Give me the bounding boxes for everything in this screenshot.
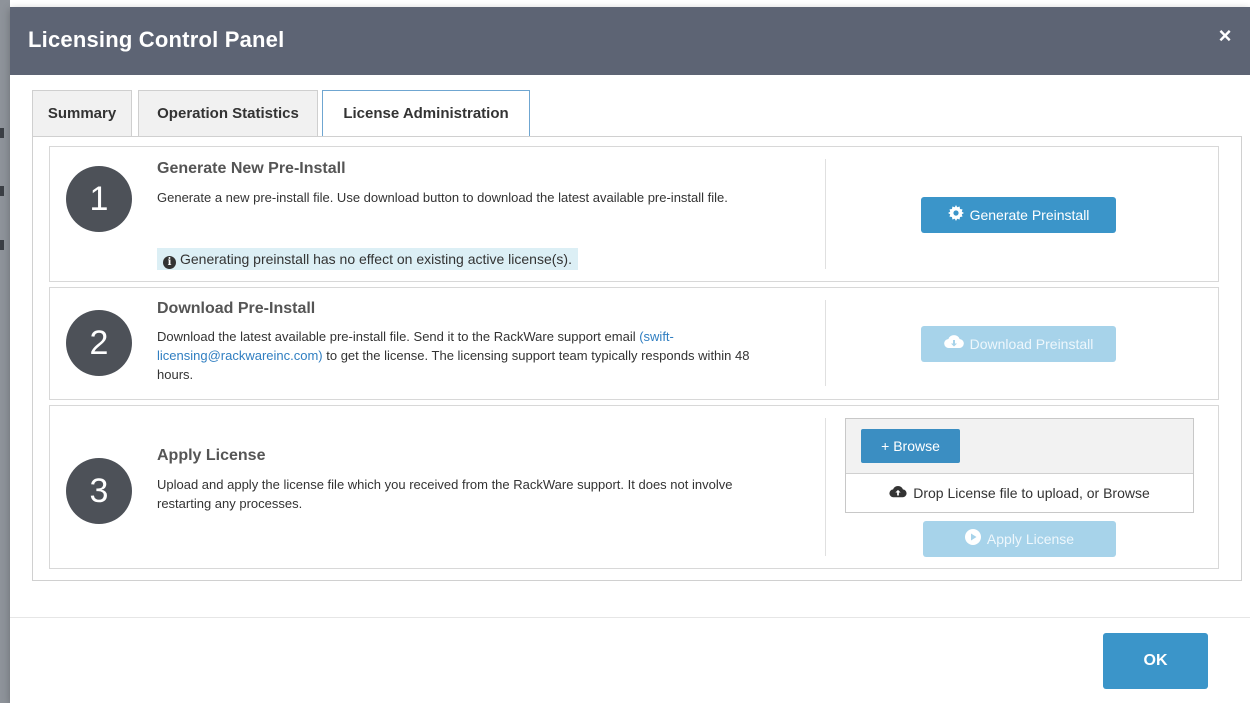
step-title: Generate New Pre-Install — [157, 160, 346, 177]
dropzone-instructions: Drop License file to upload, or Browse — [846, 474, 1193, 512]
generate-preinstall-label: Generate Preinstall — [969, 207, 1090, 223]
play-circle-icon — [964, 522, 981, 558]
step-description: Download the latest available pre-instal… — [157, 327, 757, 384]
step-number-badge: 2 — [66, 310, 132, 376]
generate-preinstall-button[interactable]: Generate Preinstall — [921, 197, 1116, 233]
dialog-header: Licensing Control Panel × — [10, 7, 1250, 75]
dropzone-text: Drop License file to upload, or Browse — [913, 485, 1150, 501]
dropzone-toolbar: + Browse — [846, 419, 1193, 474]
divider — [825, 300, 826, 386]
browse-button[interactable]: + Browse — [861, 429, 960, 463]
step-number-badge: 1 — [66, 166, 132, 232]
step-description: Upload and apply the license file which … — [157, 477, 733, 511]
step-title: Download Pre-Install — [157, 300, 316, 317]
background-mark — [0, 186, 4, 196]
gear-icon — [947, 198, 964, 234]
cloud-download-icon — [943, 327, 964, 363]
step-description: Generate a new pre-install file. Use dow… — [157, 190, 728, 205]
close-icon[interactable]: × — [1214, 25, 1236, 47]
step-description-text: Download the latest available pre-instal… — [157, 329, 640, 344]
license-dropzone[interactable]: + Browse Drop License file to upload, or… — [845, 418, 1194, 513]
apply-license-label: Apply License — [986, 531, 1075, 547]
apply-license-button[interactable]: Apply License — [923, 521, 1116, 557]
divider — [825, 418, 826, 556]
step-number-badge: 3 — [66, 458, 132, 524]
step-download-preinstall: 2 Download Pre-Install Download the late… — [49, 287, 1219, 400]
step-generate-preinstall: 1 Generate New Pre-Install Generate a ne… — [49, 146, 1219, 282]
divider — [825, 159, 826, 269]
step-apply-license: 3 Apply License Upload and apply the lic… — [49, 405, 1219, 569]
tab-license-administration[interactable]: License Administration — [322, 90, 530, 138]
tab-content: 1 Generate New Pre-Install Generate a ne… — [32, 136, 1242, 581]
info-note-text: Generating preinstall has no effect on e… — [180, 251, 572, 267]
background-mark — [0, 240, 4, 250]
download-preinstall-label: Download Preinstall — [969, 336, 1094, 352]
step-title: Apply License — [157, 447, 266, 464]
licensing-dialog: Licensing Control Panel × Summary Operat… — [10, 7, 1250, 703]
ok-button[interactable]: OK — [1103, 633, 1208, 689]
tab-operation-statistics[interactable]: Operation Statistics — [138, 90, 318, 136]
background-overlay — [0, 0, 10, 703]
cloud-upload-icon — [889, 475, 907, 513]
tab-bar: Summary Operation Statistics License Adm… — [32, 90, 1232, 138]
info-icon: i — [163, 256, 176, 269]
background-mark — [0, 128, 4, 138]
dialog-title: Licensing Control Panel — [28, 27, 285, 52]
info-note: i Generating preinstall has no effect on … — [157, 248, 578, 270]
download-preinstall-button[interactable]: Download Preinstall — [921, 326, 1116, 362]
tab-summary[interactable]: Summary — [32, 90, 132, 136]
footer-divider — [10, 617, 1250, 618]
